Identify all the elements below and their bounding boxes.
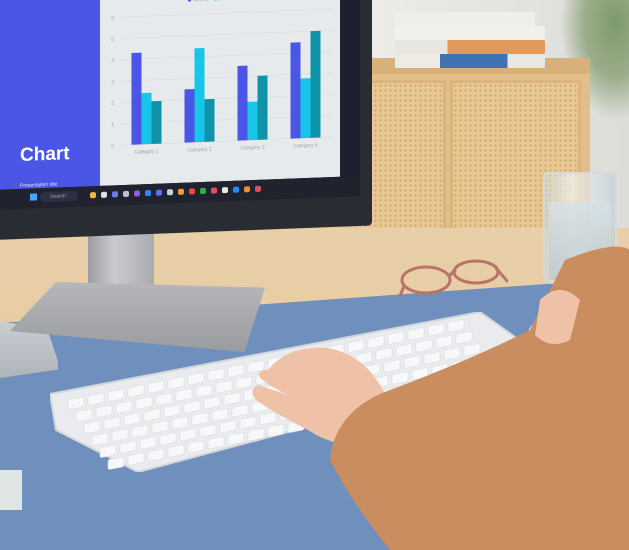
bar-series-3 [204,98,215,142]
bar-series-3 [310,30,321,138]
bar-series-1 [237,65,248,141]
bar-series-1 [290,42,301,139]
start-icon[interactable] [30,193,37,201]
book [395,12,535,26]
bar-series-2 [247,101,258,141]
y-tick-label: 5 [111,37,114,43]
bar-series-1 [131,52,142,145]
arm-sleeve [330,246,629,550]
bar-series-2 [194,48,205,143]
sleeve [330,246,629,550]
taskbar-app-icon[interactable] [134,190,140,197]
slide-title-panel: Chart Presentation title [0,0,100,190]
slide-title: Chart [20,143,70,167]
x-tick-label: Category 2 [187,147,212,154]
x-tick-label: Category 4 [293,143,318,150]
y-tick-label: 2 [111,101,114,107]
taskbar-app-icon[interactable] [233,186,239,193]
taskbar-app-icon[interactable] [189,188,195,195]
taskbar-app-icon[interactable] [145,189,151,197]
x-tick-label: Category 1 [134,149,159,156]
legend-label: Series 2 [219,0,234,1]
taskbar-app-icon[interactable] [178,188,184,195]
legend-label: Series 1 [193,0,208,2]
y-tick-label: 4 [111,58,114,64]
y-tick-label: 1 [111,122,114,128]
book-stack [395,12,545,68]
notebook [0,470,22,510]
legend-swatch [214,0,217,1]
taskbar-app-icon[interactable] [123,190,129,198]
bar-series-2 [300,78,311,139]
slide-chart-panel: 0 1 2 3 4 5 6 Category 1 Category 2 Category 3 Cat… [100,0,340,186]
taskbar-app-icon[interactable] [156,189,162,196]
taskbar-app-icon[interactable] [112,191,118,198]
taskbar-app-icon[interactable] [244,186,250,193]
taskbar-app-icon[interactable] [222,187,228,194]
bar-series-2 [141,92,152,145]
taskbar-search[interactable]: Search [40,190,78,203]
monitor: Chart Presentation title 0 1 2 3 4 5 6 Category… [0,0,372,241]
taskbar-app-icon[interactable] [101,191,107,198]
taskbar-app-icon[interactable] [200,187,206,195]
bar-series-1 [184,88,195,143]
legend-swatch [188,0,191,2]
y-tick-label: 3 [111,79,114,85]
y-tick-label: 0 [111,143,114,149]
book [395,26,545,40]
bar-series-3 [257,75,268,140]
gridline [120,8,332,18]
bar-chart: 0 1 2 3 4 5 6 Category 1 Category 2 Category 3 Cat… [111,0,332,156]
taskbar-app-icon[interactable] [167,189,173,196]
y-tick-label: 6 [111,15,114,21]
taskbar-app-icon[interactable] [255,185,261,192]
book [395,40,545,54]
x-tick-label: Category 3 [240,145,265,152]
gridline [120,30,332,39]
taskbar-app-icon[interactable] [211,187,217,194]
taskbar-app-icon[interactable] [90,192,96,199]
book [395,54,545,68]
monitor-screen: Chart Presentation title 0 1 2 3 4 5 6 Category… [0,0,360,210]
bar-series-3 [151,100,162,144]
